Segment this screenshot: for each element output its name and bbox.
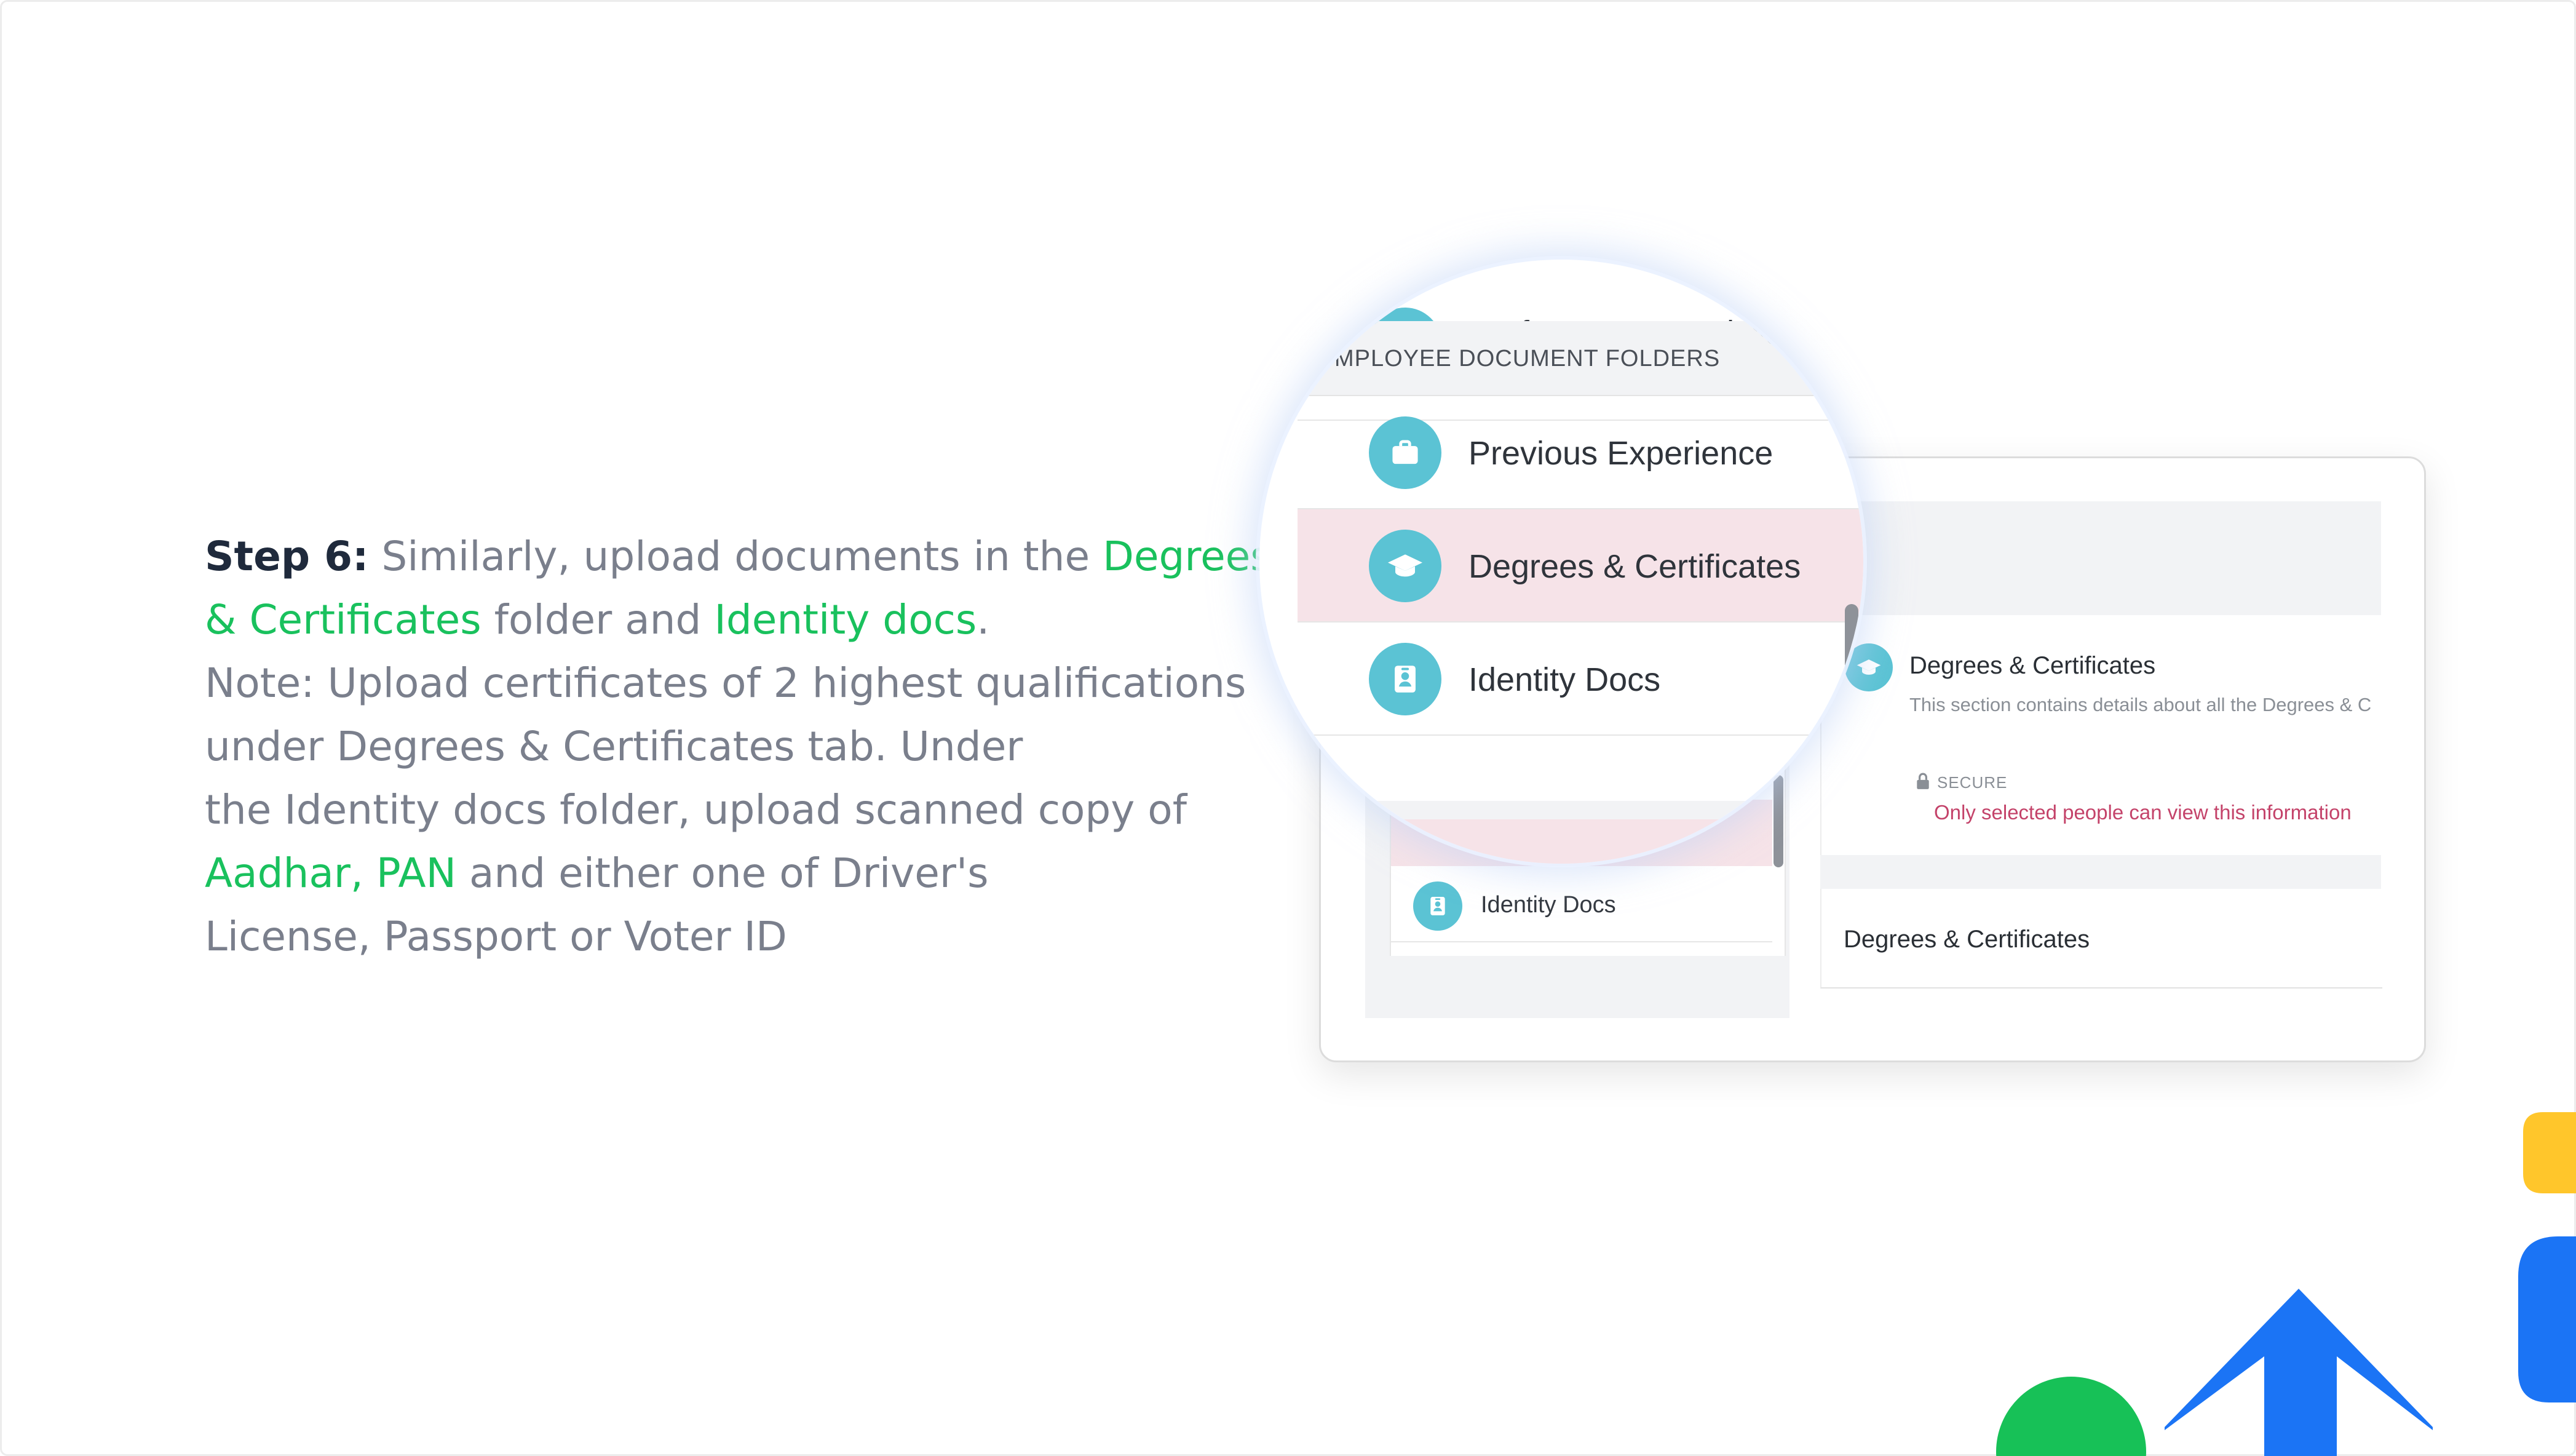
graduation-cap-icon [1369,530,1441,602]
instruction-text-segment: . [977,596,990,643]
blue-arrow-shape [2165,1289,2433,1456]
instruction-line-5: the Identity docs folder, upload scanned… [205,786,1187,833]
instruction-line-1: Step 6: Similarly, upload documents in t… [205,525,1272,588]
instruction-text-segment: folder and [481,596,715,643]
folder-item-previous-experience[interactable]: Previous Experience [1298,396,1863,509]
section-content-title: Degrees & Certificates [1844,926,2090,953]
folder-item-label: Degrees & Certificates [1468,548,1801,585]
folder-item-label: Identity Docs [1468,661,1661,698]
zoomed-scrollbar[interactable] [1845,604,1858,715]
highlight-aadhar-pan: Aadhar, PAN [205,849,456,897]
yellow-block-shape [2523,1112,2576,1193]
folders-header-title: MPLOYEE DOCUMENT FOLDERS [1334,346,1721,372]
zoomed-active-row-below [1382,819,1807,864]
instruction-text-segment: Similarly, upload documents in the [368,533,1103,580]
folder-item-degrees-certificates[interactable]: Degrees & Certificates [1298,509,1863,623]
id-badge-icon [1369,643,1441,715]
blue-block-shape [2518,1236,2576,1402]
instruction-line-6: Aadhar, PAN and either one of Driver's [205,841,1213,905]
instruction-line-7: License, Passport or Voter ID [205,913,787,960]
section-description: This section contains details about all … [1909,694,2372,715]
magnifier-zoom: MPLOYEE DOCUMENT FOLDERS Performance Rev… [1259,260,1863,864]
lock-icon [1917,773,1929,789]
folder-item-identity-docs[interactable]: Identity Docs [1298,623,1863,736]
secure-label: SECURE [1937,773,2008,792]
folder-item-label: Identity Docs [1481,892,1616,918]
section-title: Degrees & Certificates [1909,652,2156,679]
instruction-line-3: Note: Upload certificates of 2 highest q… [205,659,1246,707]
details-header [1820,501,2381,615]
highlight-identity-docs: Identity docs [714,596,977,643]
secure-note: Only selected people can view this infor… [1934,801,2352,824]
section-divider [1820,855,2381,889]
instruction-text: Step 6: Similarly, upload documents in t… [205,525,1272,968]
green-circle-shape [1996,1377,2146,1456]
briefcase-icon [1369,416,1441,489]
folder-item-label: Previous Experience [1468,435,1773,472]
highlight-degrees: Degrees [1103,533,1272,580]
id-badge-icon [1413,881,1462,931]
instruction-text-segment: and either one of Driver's [456,849,989,897]
step-label: Step 6: [205,533,369,580]
instruction-line-2: & Certificates folder and Identity docs. [205,588,1213,651]
highlight-certificates: & Certificates [205,596,482,643]
decorative-shapes [1996,1236,2576,1456]
instruction-line-4: under Degrees & Certificates tab. Under [205,723,1023,770]
